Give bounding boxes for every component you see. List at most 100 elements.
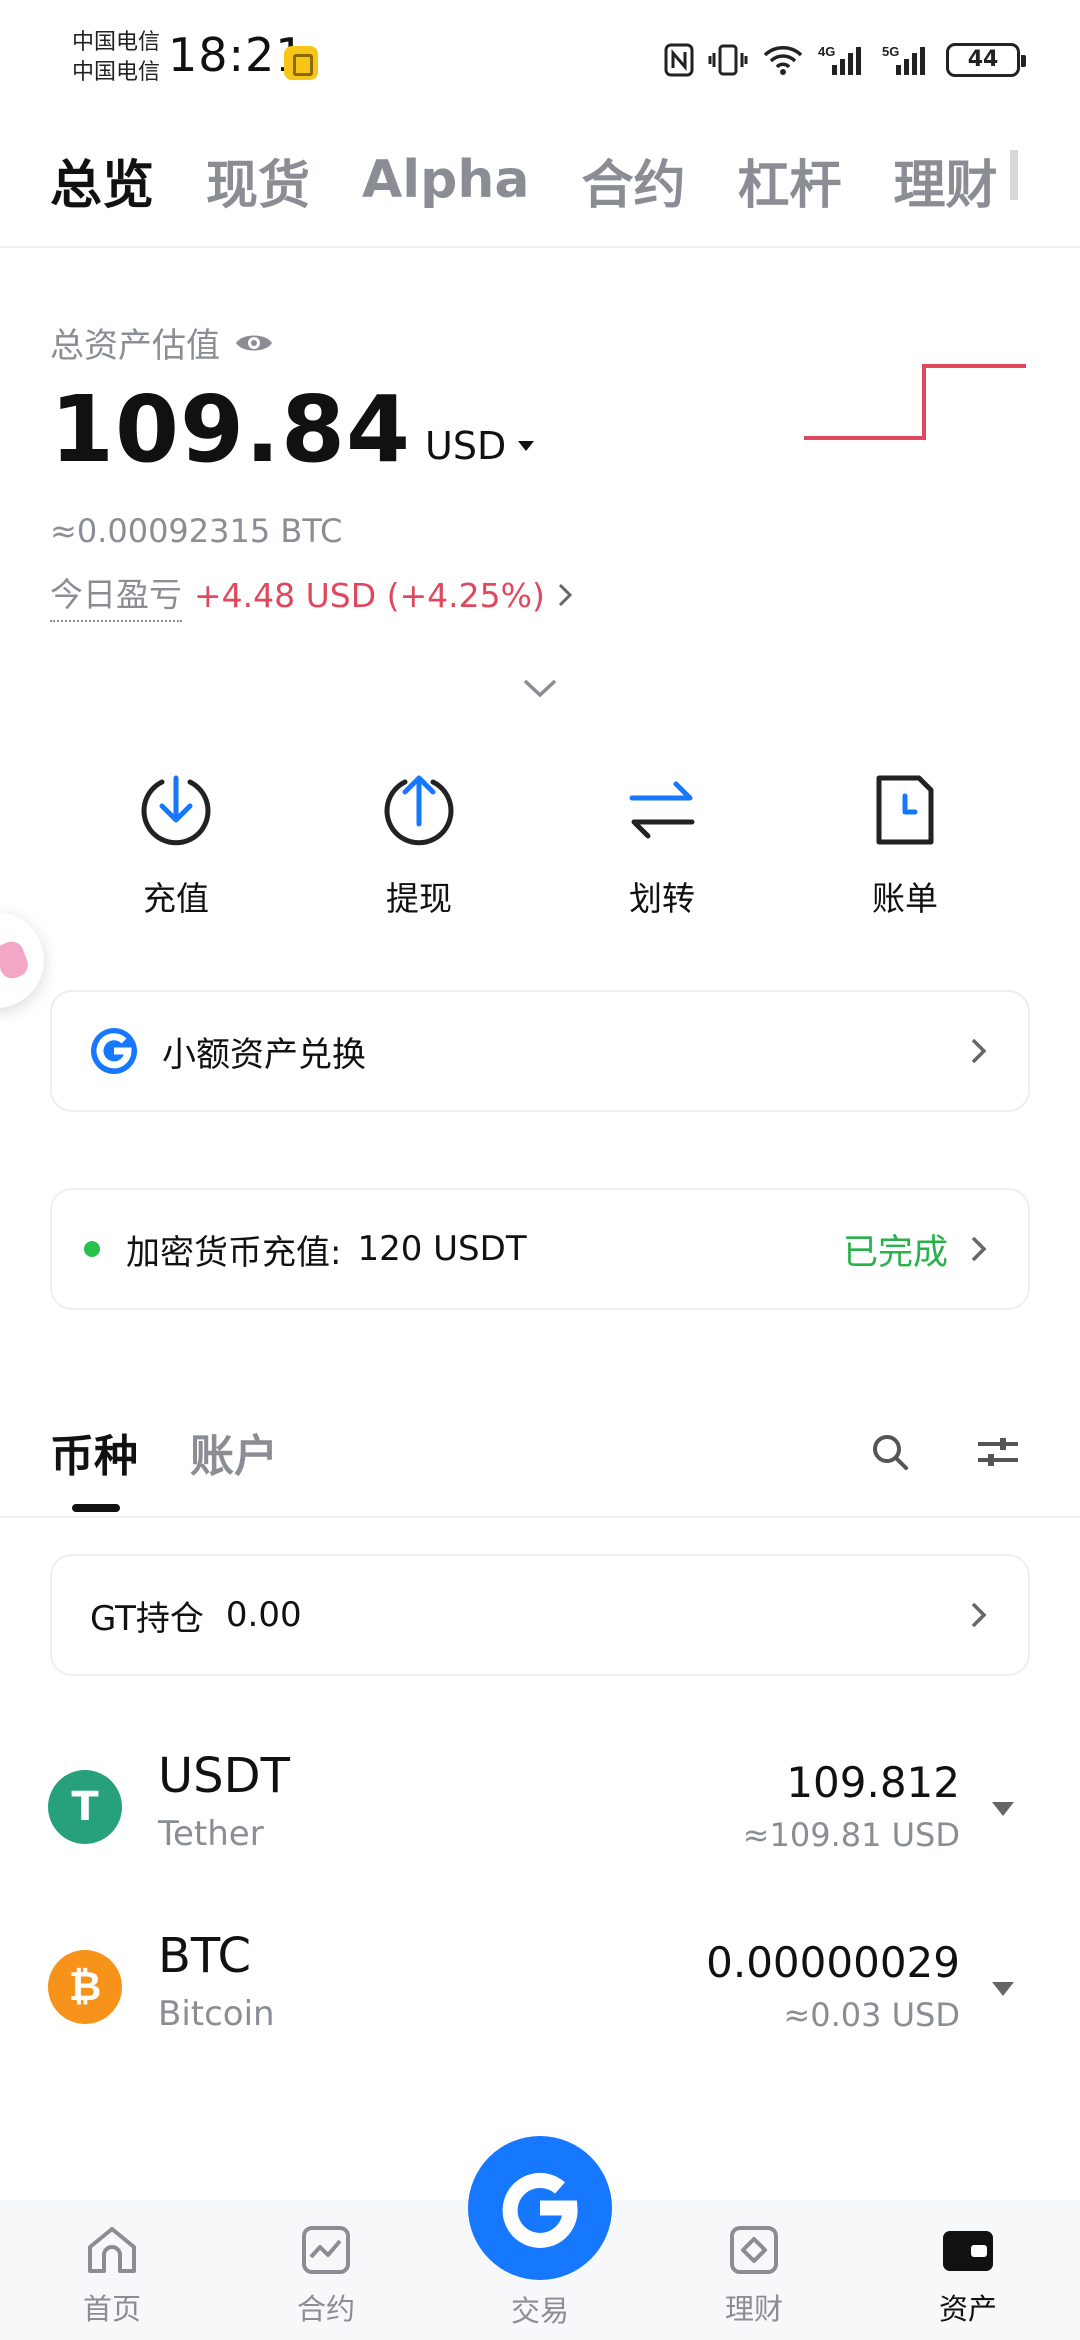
wallet-icon [943,2231,993,2271]
signal-5g-icon: 5G [882,44,925,75]
bill-icon [876,775,934,845]
pnl-value: +4.48 USD (+4.25%) [194,575,545,615]
top-tab-bar: 总览 现货 Alpha 合约 杠杆 理财 [50,140,997,220]
tab-spot[interactable]: 现货 [206,143,310,218]
home-icon [88,2227,136,2273]
futures-icon [302,2226,350,2274]
withdraw-icon [384,775,454,846]
active-tab-indicator [72,1504,120,1512]
coin-name: Bitcoin [158,1994,275,2034]
nav-assets-label: 资产 [938,2292,997,2326]
tab-margin[interactable]: 杠杆 [737,143,841,218]
deposit-button[interactable]: 充值 [96,770,256,920]
tab-futures[interactable]: 合约 [581,143,685,218]
svg-text:5G: 5G [882,44,899,59]
chevron-right-icon [971,1602,987,1628]
btc-logo-icon: ₿ [48,1950,122,2024]
usdt-logo-icon: T [48,1770,122,1844]
total-assets: 109.84 USD [50,376,535,483]
coin-row-usdt[interactable]: T USDT Tether 109.812 ≈109.81 USD [0,1728,1080,1888]
trade-icon [502,2172,578,2248]
tab-accounts[interactable]: 账户 [190,1420,278,1484]
deposit-status-card[interactable]: 加密货币充值: 120 USDT 已完成 [50,1188,1030,1310]
nav-home[interactable]: 首页 [52,2222,172,2328]
expand-chevron-icon[interactable] [522,676,558,700]
coin-name: Tether [158,1814,264,1854]
exchange-logo-icon [91,1028,137,1074]
bill-button[interactable]: 账单 [825,770,985,920]
deposit-label: 充值 [143,879,209,918]
earn-icon [730,2226,778,2274]
nav-earn-label: 理财 [724,2292,783,2326]
nav-trade-label: 交易 [510,2294,569,2328]
more-tabs-hint [1010,150,1018,200]
transfer-label: 划转 [629,879,695,918]
status-dot [84,1241,100,1257]
deposit-status-label: 加密货币充值: [126,1232,342,1273]
header-divider [0,246,1080,248]
gt-holding-label: GT持仓 [90,1598,204,1639]
coin-row-btc[interactable]: ₿ BTC Bitcoin 0.00000029 ≈0.03 USD [0,1908,1080,2068]
coin-usd-value: ≈0.03 USD [783,1996,960,2034]
bill-label: 账单 [872,879,938,918]
transfer-button[interactable]: 划转 [582,770,742,920]
chevron-right-icon [558,583,572,607]
notification-app-icon [284,46,318,80]
total-assets-label-text: 总资产估值 [50,326,220,366]
wifi-icon [763,46,803,75]
tab-coins[interactable]: 币种 [50,1420,138,1484]
total-assets-label: 总资产估值 [50,318,274,367]
asset-tabs-divider [0,1516,1080,1518]
asset-sparkline [804,364,1026,440]
nav-futures[interactable]: 合约 [266,2222,386,2328]
vibrate-icon [708,44,748,76]
chevron-right-icon [971,1236,987,1262]
nav-earn[interactable]: 理财 [694,2222,814,2328]
currency-selector[interactable]: USD [425,424,535,468]
floating-assistant-bubble[interactable] [0,912,44,1008]
battery-indicator: 44 [946,43,1026,77]
nfc-icon [664,43,694,77]
flower-icon [0,938,32,982]
caret-down-icon[interactable] [992,1802,1014,1816]
signal-4g-icon: 4G [818,44,861,75]
small-asset-exchange-label: 小额资产兑换 [162,1034,366,1075]
tab-alpha[interactable]: Alpha [362,150,529,210]
coin-symbol: USDT [158,1748,290,1804]
nav-trade-button[interactable] [468,2136,612,2280]
quick-actions: 充值 提现 划转 账单 [0,770,1080,920]
deposit-icon [141,775,211,846]
carrier-1: 中国电信 [72,30,161,55]
tab-overview[interactable]: 总览 [50,143,154,218]
filter-settings-icon[interactable] [976,1432,1020,1472]
chevron-right-icon [971,1038,987,1064]
transfer-icon [629,781,695,839]
asset-tab-bar: 币种 账户 [50,1420,278,1484]
caret-down-icon [518,441,535,451]
today-pnl[interactable]: 今日盈亏 +4.48 USD (+4.25%) [50,568,573,622]
status-icons: 4G 5G 44 [664,40,1026,80]
nav-assets[interactable]: 资产 [908,2222,1028,2328]
status-bar: 中国电信 中国电信 18:21 4G 5G 44 [0,0,1080,120]
deposit-status-badge: 已完成 [842,1232,948,1273]
total-assets-value: 109.84 [50,376,412,483]
coin-amount: 109.812 [786,1758,960,1807]
search-icon[interactable] [870,1432,910,1472]
carrier-2: 中国电信 [72,60,161,85]
eye-icon[interactable] [234,329,274,357]
coin-amount: 0.00000029 [706,1938,960,1987]
tab-earn[interactable]: 理财 [893,143,997,218]
currency-label: USD [425,424,507,468]
coin-usd-value: ≈109.81 USD [742,1816,960,1854]
nav-futures-label: 合约 [296,2292,355,2326]
withdraw-button[interactable]: 提现 [339,770,499,920]
caret-down-icon[interactable] [992,1982,1014,1996]
pnl-label: 今日盈亏 [50,568,182,622]
carrier-labels: 中国电信 中国电信 [72,28,160,88]
gt-holding-card[interactable]: GT持仓 0.00 [50,1554,1030,1676]
coin-symbol: BTC [158,1928,251,1984]
svg-text:4G: 4G [818,44,835,59]
small-asset-exchange-card[interactable]: 小额资产兑换 [50,990,1030,1112]
btc-equivalent: ≈0.00092315 BTC [50,512,343,550]
deposit-status-amount: 120 USDT [357,1229,527,1269]
